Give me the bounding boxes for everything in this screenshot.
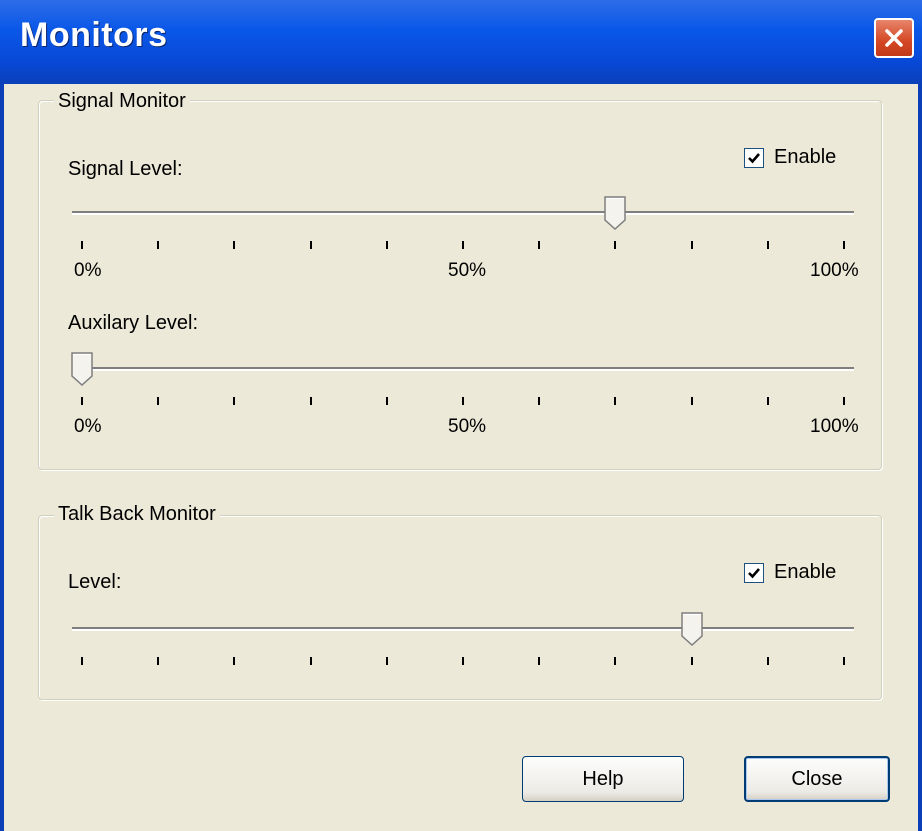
signal-level-label: Signal Level:: [68, 158, 183, 180]
talk-back-enable-checkbox[interactable]: [744, 562, 764, 583]
talk-back-level-label: Level:: [68, 571, 122, 593]
signal-tick-50-label: 50%: [448, 260, 487, 281]
slider-tick-mark: [385, 397, 388, 405]
slider-tick-mark: [157, 657, 160, 665]
title-bar[interactable]: Monitors: [0, 0, 922, 84]
auxiliary-level-label: Auxilary Level:: [68, 312, 199, 334]
slider-tick-mark: [843, 241, 845, 249]
slider-tick-mark: [538, 657, 541, 665]
signal-enable-checkbox[interactable]: [744, 147, 764, 168]
slider-tick-mark: [385, 241, 388, 249]
slider-tick-mark: [462, 397, 464, 405]
slider-tick-mark: [157, 397, 160, 405]
signal-tick-100-label: 100%: [810, 260, 859, 281]
talk-back-level-slider-thumb[interactable]: [680, 612, 703, 647]
signal-level-track[interactable]: [72, 211, 854, 215]
auxiliary-tick-50-label: 50%: [448, 416, 487, 437]
close-button[interactable]: Close: [744, 756, 890, 802]
slider-tick-mark: [81, 657, 83, 665]
talk-back-monitor-group: [38, 515, 882, 700]
signal-level-slider-thumb[interactable]: [604, 196, 627, 231]
slider-tick-mark: [462, 241, 464, 249]
checkmark-icon: [748, 152, 760, 163]
signal-monitor-legend: Signal Monitor: [54, 90, 190, 113]
talk-back-monitor-legend: Talk Back Monitor: [54, 503, 220, 526]
signal-enable-label: Enable: [774, 146, 837, 168]
slider-tick-mark: [766, 397, 769, 405]
checkmark-icon: [748, 567, 760, 578]
signal-tick-0-label: 0%: [74, 260, 102, 281]
auxiliary-tick-0-label: 0%: [74, 416, 102, 437]
slider-tick-mark: [843, 657, 845, 665]
close-window-button[interactable]: [874, 18, 914, 58]
help-button[interactable]: Help: [522, 756, 684, 802]
slider-tick-mark: [614, 241, 617, 249]
talk-back-enable-label: Enable: [774, 561, 837, 583]
slider-tick-mark: [766, 657, 769, 665]
auxiliary-tick-100-label: 100%: [810, 416, 859, 437]
talk-back-level-track[interactable]: [72, 627, 854, 631]
slider-tick-mark: [614, 657, 617, 665]
slider-tick-mark: [233, 397, 236, 405]
signal-enable-checkbox-row[interactable]: Enable: [744, 146, 836, 169]
slider-tick-mark: [233, 657, 236, 665]
talk-back-enable-checkbox-row[interactable]: Enable: [744, 561, 836, 584]
slider-tick-mark: [309, 397, 312, 405]
slider-tick-mark: [157, 241, 160, 249]
slider-tick-mark: [690, 657, 693, 665]
slider-tick-mark: [690, 241, 693, 249]
slider-tick-mark: [843, 397, 845, 405]
slider-tick-mark: [309, 657, 312, 665]
auxiliary-level-slider-thumb[interactable]: [71, 352, 93, 387]
slider-tick-mark: [81, 241, 83, 249]
slider-tick-mark: [538, 241, 541, 249]
slider-tick-mark: [385, 657, 388, 665]
window-title: Monitors: [20, 16, 168, 54]
slider-tick-mark: [309, 241, 312, 249]
slider-tick-mark: [766, 241, 769, 249]
slider-tick-mark: [690, 397, 693, 405]
slider-tick-mark: [462, 657, 464, 665]
slider-tick-mark: [538, 397, 541, 405]
auxiliary-level-track[interactable]: [72, 367, 854, 371]
slider-tick-mark: [614, 397, 617, 405]
close-x-icon: [885, 29, 903, 47]
slider-tick-mark: [233, 241, 236, 249]
monitors-dialog: Monitors Signal Monitor Signal Level: En…: [0, 0, 922, 831]
slider-tick-mark: [81, 397, 83, 405]
